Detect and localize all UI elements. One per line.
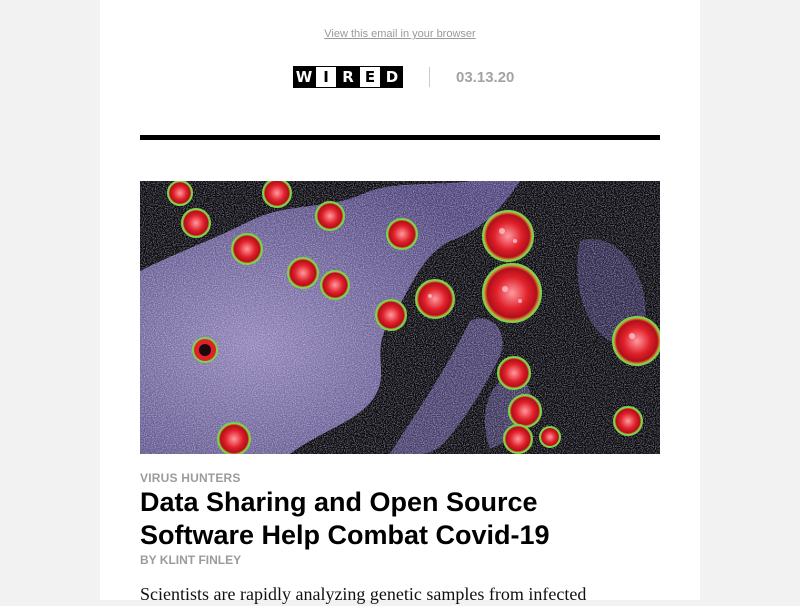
headline-line-1: Data Sharing and Open Source xyxy=(140,487,538,517)
logo-letter-r: R xyxy=(337,66,359,88)
article-headline[interactable]: Data Sharing and Open Source Software He… xyxy=(140,486,660,552)
logo-letter-e: E xyxy=(359,66,381,88)
section-rule xyxy=(140,135,660,140)
hero-image-coronavirus-micrograph[interactable] xyxy=(140,181,660,454)
article-dek: Scientists are rapidly analyzing genetic… xyxy=(140,584,587,604)
logo-letter-i: I xyxy=(315,66,337,88)
wired-logo[interactable]: W I R E D xyxy=(293,66,403,88)
masthead-divider xyxy=(429,67,430,87)
article-byline: BY KLINT FINLEY xyxy=(140,553,242,567)
article-kicker[interactable]: VIRUS HUNTERS xyxy=(140,471,241,485)
micrograph-illustration xyxy=(140,181,660,454)
logo-letter-w: W xyxy=(293,66,315,88)
headline-line-2: Software Help Combat Covid-19 xyxy=(140,520,550,550)
issue-date: 03.13.20 xyxy=(456,68,515,86)
logo-letter-d: D xyxy=(381,66,403,88)
view-in-browser-link[interactable]: View this email in your browser xyxy=(100,28,700,40)
masthead: W I R E D 03.13.20 xyxy=(293,66,514,88)
email-body: View this email in your browser W I R E … xyxy=(100,0,700,604)
